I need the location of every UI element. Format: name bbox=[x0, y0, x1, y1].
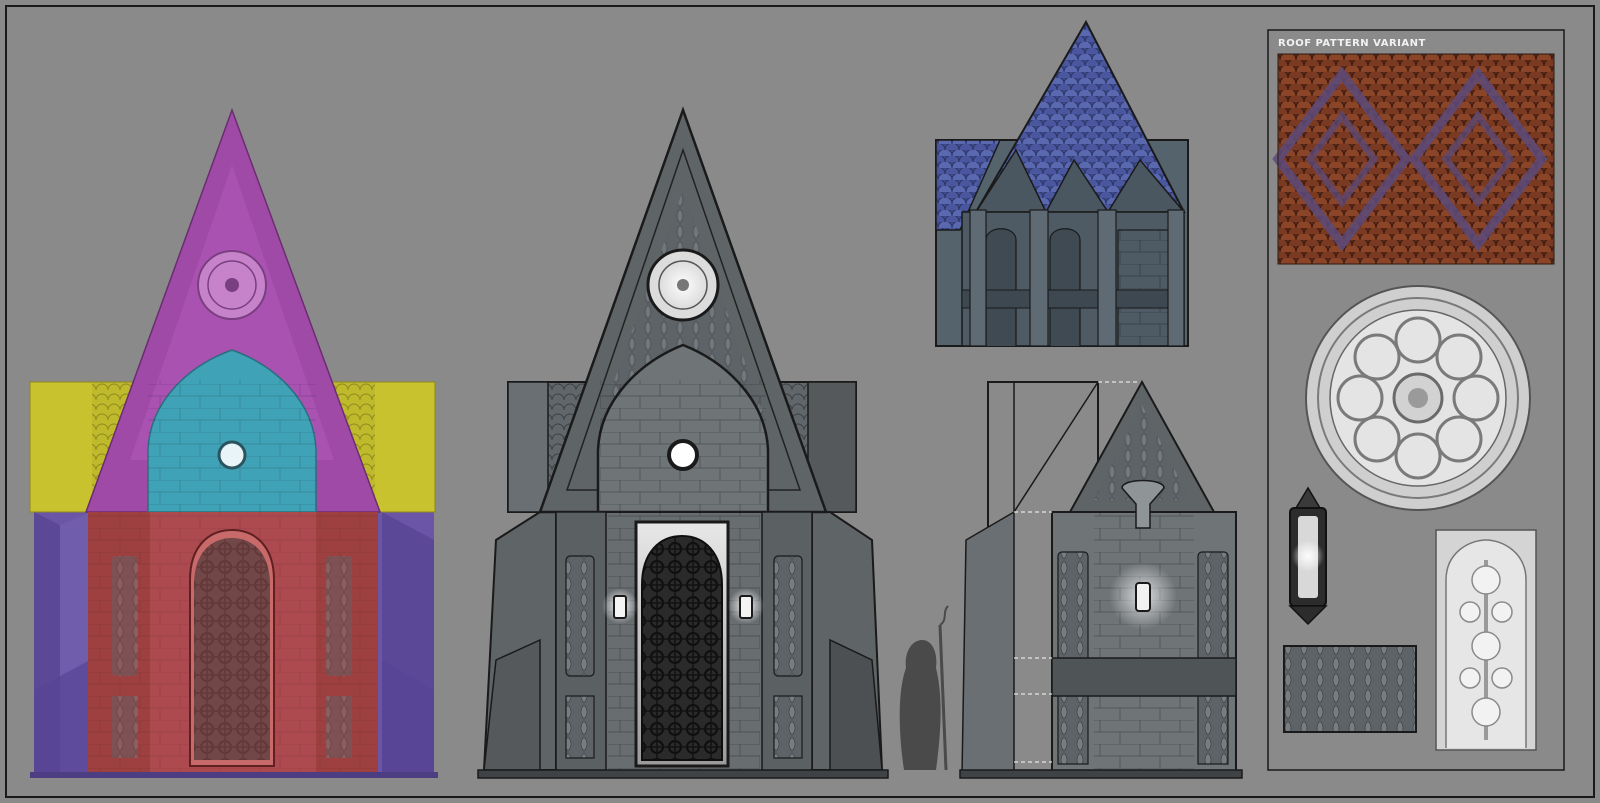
carved-panel-detail bbox=[1283, 645, 1417, 733]
wrought-iron-gate-icon bbox=[641, 534, 723, 761]
wall-sconce-icon bbox=[1135, 582, 1151, 612]
rose-window-icon bbox=[1305, 285, 1531, 511]
gothic-lantern-icon bbox=[1288, 486, 1328, 626]
detail-panel bbox=[1267, 29, 1565, 771]
roof-pattern-variant-label: Roof Pattern Variant bbox=[1278, 38, 1426, 49]
vine-pilaster-detail bbox=[1435, 529, 1537, 751]
concept-sheet bbox=[0, 0, 1600, 803]
